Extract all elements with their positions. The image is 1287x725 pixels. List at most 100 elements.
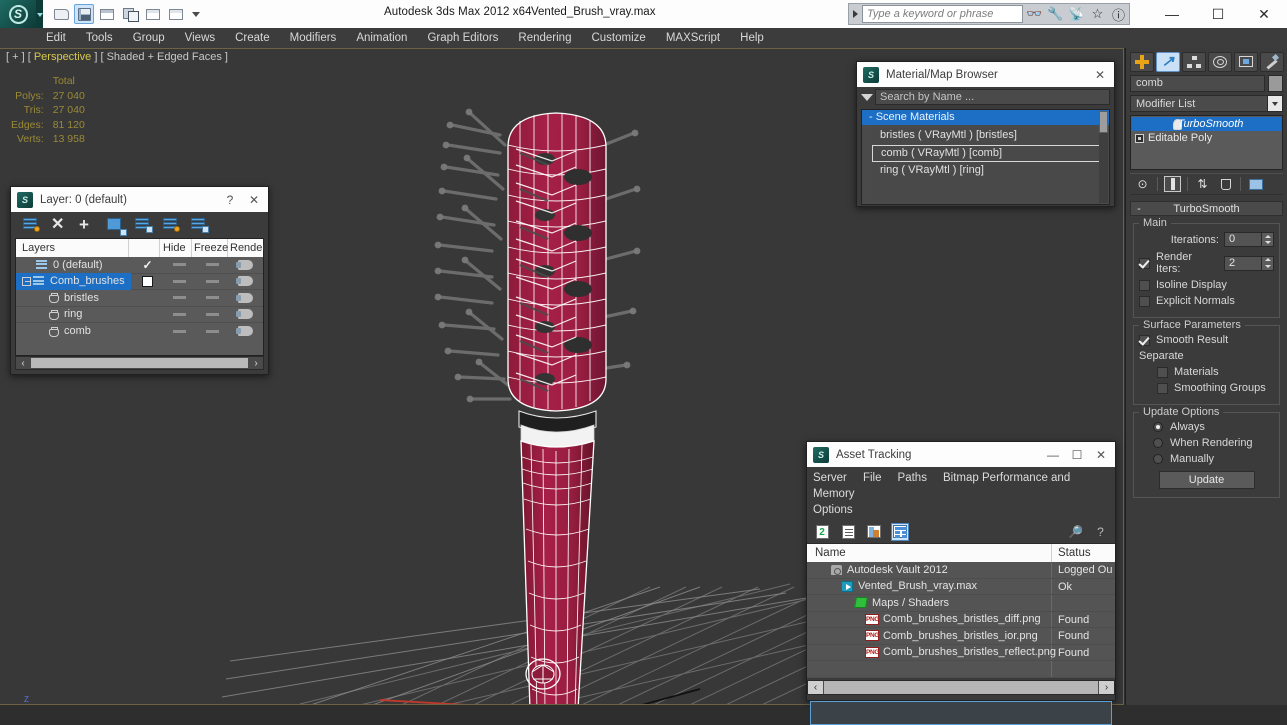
table-row[interactable]: Vented_Brush_vray.max Ok [807, 578, 1115, 595]
layer-render-cell[interactable] [229, 309, 263, 320]
layer-name-cell[interactable]: bristles [16, 290, 132, 307]
separate-smoothing-groups-checkbox[interactable] [1157, 382, 1168, 394]
new-scene-icon[interactable] [143, 4, 163, 24]
scrollbar-thumb[interactable] [1099, 111, 1108, 133]
search-expand-icon[interactable] [849, 4, 861, 24]
search-input[interactable]: Type a keyword or phrase [862, 5, 1023, 23]
material-list[interactable]: - Scene Materials bristles ( VRayMtl ) [… [861, 109, 1110, 205]
menu-item-create[interactable]: Create [225, 28, 280, 48]
redo-icon[interactable] [120, 4, 140, 24]
question-icon[interactable]: ⓘ [1108, 4, 1129, 24]
material-browser-titlebar[interactable]: S Material/Map Browser ✕ [857, 62, 1114, 87]
modifier-stack-item-editable-poly[interactable]: Editable Poly [1132, 131, 1281, 145]
layer-render-cell[interactable] [229, 259, 263, 270]
table-row[interactable]: Comb_brushes [16, 273, 263, 290]
show-end-result-icon[interactable] [1164, 176, 1181, 192]
layer-render-cell[interactable] [228, 276, 263, 287]
layer-name-cell[interactable]: 0 (default) [16, 257, 132, 274]
asset-menu-paths[interactable]: Paths [898, 472, 927, 484]
create-tab[interactable] [1130, 51, 1154, 72]
isoline-display-checkbox[interactable] [1139, 279, 1150, 291]
select-highlighted-icon[interactable] [135, 217, 153, 233]
app-logo-icon[interactable]: S [0, 0, 36, 28]
asset-menu-file[interactable]: File [863, 472, 882, 484]
layer-hide-cell[interactable] [164, 296, 196, 300]
table-row[interactable]: bristles [16, 290, 263, 307]
separate-materials-row[interactable]: Materials [1157, 366, 1274, 378]
list-item[interactable]: comb ( VRayMtl ) [comb] [872, 144, 1105, 162]
render-iters-spinner[interactable]: 2 [1224, 255, 1274, 271]
viewport-label[interactable]: [ + ] [ Perspective ] [ Shaded + Edged F… [6, 51, 228, 63]
scroll-right-icon[interactable]: › [1099, 680, 1114, 694]
menu-item-views[interactable]: Views [175, 28, 225, 48]
layer-horizontal-scrollbar[interactable]: ‹ › [15, 356, 264, 370]
maximize-button[interactable]: ☐ [1195, 0, 1241, 28]
asset-name-cell[interactable]: Autodesk Vault 2012 [807, 562, 1052, 578]
layer-panel-close-button[interactable]: ✕ [242, 188, 266, 211]
material-search-input[interactable]: Search by Name ... [875, 89, 1110, 105]
material-browser-menu-icon[interactable] [859, 89, 875, 105]
material-map-browser-panel[interactable]: S Material/Map Browser ✕ Search by Name … [856, 61, 1115, 207]
satellite-icon[interactable]: 📡 [1066, 4, 1087, 24]
undo-icon[interactable] [97, 4, 117, 24]
render-iters-spinner-buttons[interactable] [1262, 255, 1274, 271]
layer-panel-help-button[interactable]: ? [218, 188, 242, 211]
table-row[interactable]: PNG Comb_brushes_bristles_diff.png Found [807, 611, 1115, 628]
modifier-stack-item-turbosmooth[interactable]: TurboSmooth [1132, 117, 1281, 131]
layer-name-cell[interactable]: Comb_brushes [16, 273, 132, 290]
asset-tracking-panel[interactable]: S Asset Tracking — ☐ ✕ Server File Paths… [806, 441, 1116, 725]
material-list-scrollbar[interactable] [1099, 111, 1108, 203]
asset-name-cell[interactable]: Vented_Brush_vray.max [807, 578, 1052, 594]
modify-tab[interactable]: ↗ [1156, 51, 1180, 72]
layer-panel-titlebar[interactable]: S Layer: 0 (default) ? ✕ [11, 187, 268, 212]
minimize-button[interactable]: — [1149, 0, 1195, 28]
list-view-icon[interactable] [839, 523, 857, 541]
explicit-normals-checkbox[interactable] [1139, 295, 1150, 307]
layer-name-cell[interactable]: comb [16, 323, 132, 340]
scroll-left-icon[interactable]: ‹ [16, 357, 30, 369]
table-row[interactable]: PNG Comb_brushes_bristles_reflect.png Fo… [807, 644, 1115, 661]
menu-item-group[interactable]: Group [123, 28, 175, 48]
star-icon[interactable]: ☆ [1087, 4, 1108, 24]
add-selection-icon[interactable] [163, 217, 180, 233]
layer-hide-cell[interactable] [164, 312, 196, 316]
table-row[interactable]: comb [16, 323, 263, 340]
vault-sheet-icon[interactable]: 2 [813, 523, 831, 541]
hierarchy-tab[interactable] [1182, 51, 1206, 72]
menu-item-modifiers[interactable]: Modifiers [280, 28, 347, 48]
chevron-down-icon[interactable] [1267, 96, 1282, 111]
separate-smoothing-groups-row[interactable]: Smoothing Groups [1157, 382, 1274, 394]
utilities-tab[interactable] [1260, 51, 1284, 72]
scroll-right-icon[interactable]: › [249, 357, 263, 369]
menu-item-rendering[interactable]: Rendering [508, 28, 581, 48]
layer-freeze-cell[interactable] [196, 296, 228, 300]
scrollbar-thumb[interactable] [31, 358, 248, 368]
modifier-list-dropdown[interactable]: Modifier List [1130, 95, 1283, 112]
layer-panel[interactable]: S Layer: 0 (default) ? ✕ ✕ + Layers Hide… [10, 186, 269, 375]
asset-name-cell[interactable]: PNG Comb_brushes_bristles_ior.png [807, 628, 1052, 644]
update-mode-when-rendering-row[interactable]: When Rendering [1139, 437, 1274, 449]
remove-modifier-icon[interactable] [1217, 176, 1234, 192]
asset-close-button[interactable]: ✕ [1089, 443, 1113, 466]
layer-render-cell[interactable] [229, 292, 263, 303]
separate-materials-checkbox[interactable] [1157, 366, 1168, 378]
motion-tab[interactable] [1208, 51, 1232, 72]
make-unique-icon[interactable]: ⇅ [1194, 176, 1211, 192]
delete-layer-icon[interactable]: ✕ [51, 216, 68, 233]
layer-hide-cell[interactable] [163, 279, 196, 283]
rollout-header[interactable]: - TurboSmooth [1130, 201, 1283, 216]
table-row[interactable]: PNG Comb_brushes_bristles_ior.png Found [807, 628, 1115, 645]
save-file-icon[interactable] [74, 4, 94, 24]
asset-horizontal-scrollbar[interactable]: ‹ › [807, 679, 1115, 695]
layer-freeze-cell[interactable] [196, 263, 229, 267]
command-panel[interactable]: ↗ comb Modifier List TurboSmooth Editabl… [1125, 48, 1287, 705]
layer-name-cell[interactable]: ring [16, 306, 132, 323]
table-row[interactable]: ring [16, 306, 263, 323]
asset-name-cell[interactable]: Maps / Shaders [807, 595, 1052, 611]
table-view-icon[interactable] [891, 522, 909, 541]
update-button[interactable]: Update [1158, 471, 1255, 489]
isoline-display-row[interactable]: Isoline Display [1139, 279, 1274, 291]
thumbnail-view-icon[interactable] [865, 523, 883, 541]
quick-access-chevron-down-icon[interactable] [189, 4, 202, 24]
table-row[interactable] [807, 661, 1115, 678]
